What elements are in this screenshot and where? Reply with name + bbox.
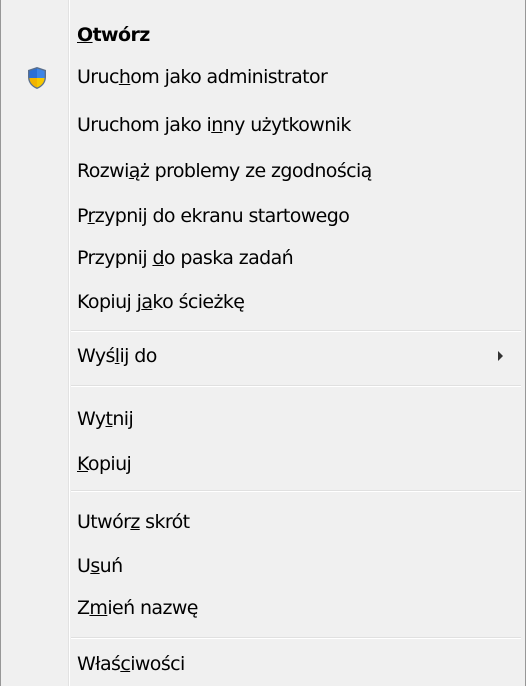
menu-item-cut-label: Wytnij	[77, 408, 134, 430]
menu-item-run-as-other-user[interactable]: Uruchom jako inny użytkownik	[3, 104, 523, 146]
menu-item-pin-to-start[interactable]: Przypnij do ekranu startowego	[3, 195, 523, 237]
menu-item-delete[interactable]: Usuń	[3, 545, 523, 587]
menu-item-run-as-admin-label: Uruchom jako administrator	[77, 66, 328, 88]
menu-item-rename[interactable]: Zmień nazwę	[3, 587, 523, 629]
menu-item-pin-to-taskbar-label: Przypnij do paska zadań	[77, 247, 294, 269]
menu-item-troubleshoot-compatibility[interactable]: Rozwiąż problemy ze zgodnością	[3, 150, 523, 192]
menu-item-copy-as-path-label: Kopiuj jako ścieżkę	[77, 291, 245, 313]
menu-item-send-to[interactable]: Wyślij do	[3, 335, 523, 377]
menu-item-copy-as-path[interactable]: Kopiuj jako ścieżkę	[3, 281, 523, 323]
submenu-arrow-icon	[498, 351, 503, 361]
menu-item-pin-to-taskbar[interactable]: Przypnij do paska zadań	[3, 237, 523, 279]
menu-item-copy-label: Kopiuj	[77, 453, 132, 475]
menu-separator	[71, 490, 521, 492]
uac-shield-icon	[28, 67, 46, 89]
menu-item-open-label: Otwórz	[77, 24, 150, 46]
menu-item-properties-label: Właściwości	[77, 653, 185, 675]
menu-item-create-shortcut-label: Utwórz skrót	[77, 511, 190, 533]
menu-item-cut[interactable]: Wytnij	[3, 398, 523, 440]
menu-item-rename-label: Zmień nazwę	[77, 597, 198, 619]
menu-separator	[71, 637, 521, 639]
menu-separator	[71, 330, 521, 332]
menu-item-run-as-other-user-label: Uruchom jako inny użytkownik	[77, 114, 351, 136]
menu-item-open[interactable]: Otwórz	[3, 14, 523, 56]
menu-item-run-as-admin[interactable]: Uruchom jako administrator	[3, 56, 523, 98]
context-menu: Otwórz Uruchom jako administrator Urucho…	[0, 0, 526, 686]
menu-item-troubleshoot-label: Rozwiąż problemy ze zgodnością	[77, 160, 372, 182]
menu-item-create-shortcut[interactable]: Utwórz skrót	[3, 501, 523, 543]
menu-item-pin-to-start-label: Przypnij do ekranu startowego	[77, 205, 350, 227]
menu-separator	[71, 385, 521, 387]
menu-item-send-to-label: Wyślij do	[77, 345, 157, 367]
menu-item-properties[interactable]: Właściwości	[3, 643, 523, 685]
menu-item-delete-label: Usuń	[77, 555, 123, 577]
menu-item-copy[interactable]: Kopiuj	[3, 443, 523, 485]
